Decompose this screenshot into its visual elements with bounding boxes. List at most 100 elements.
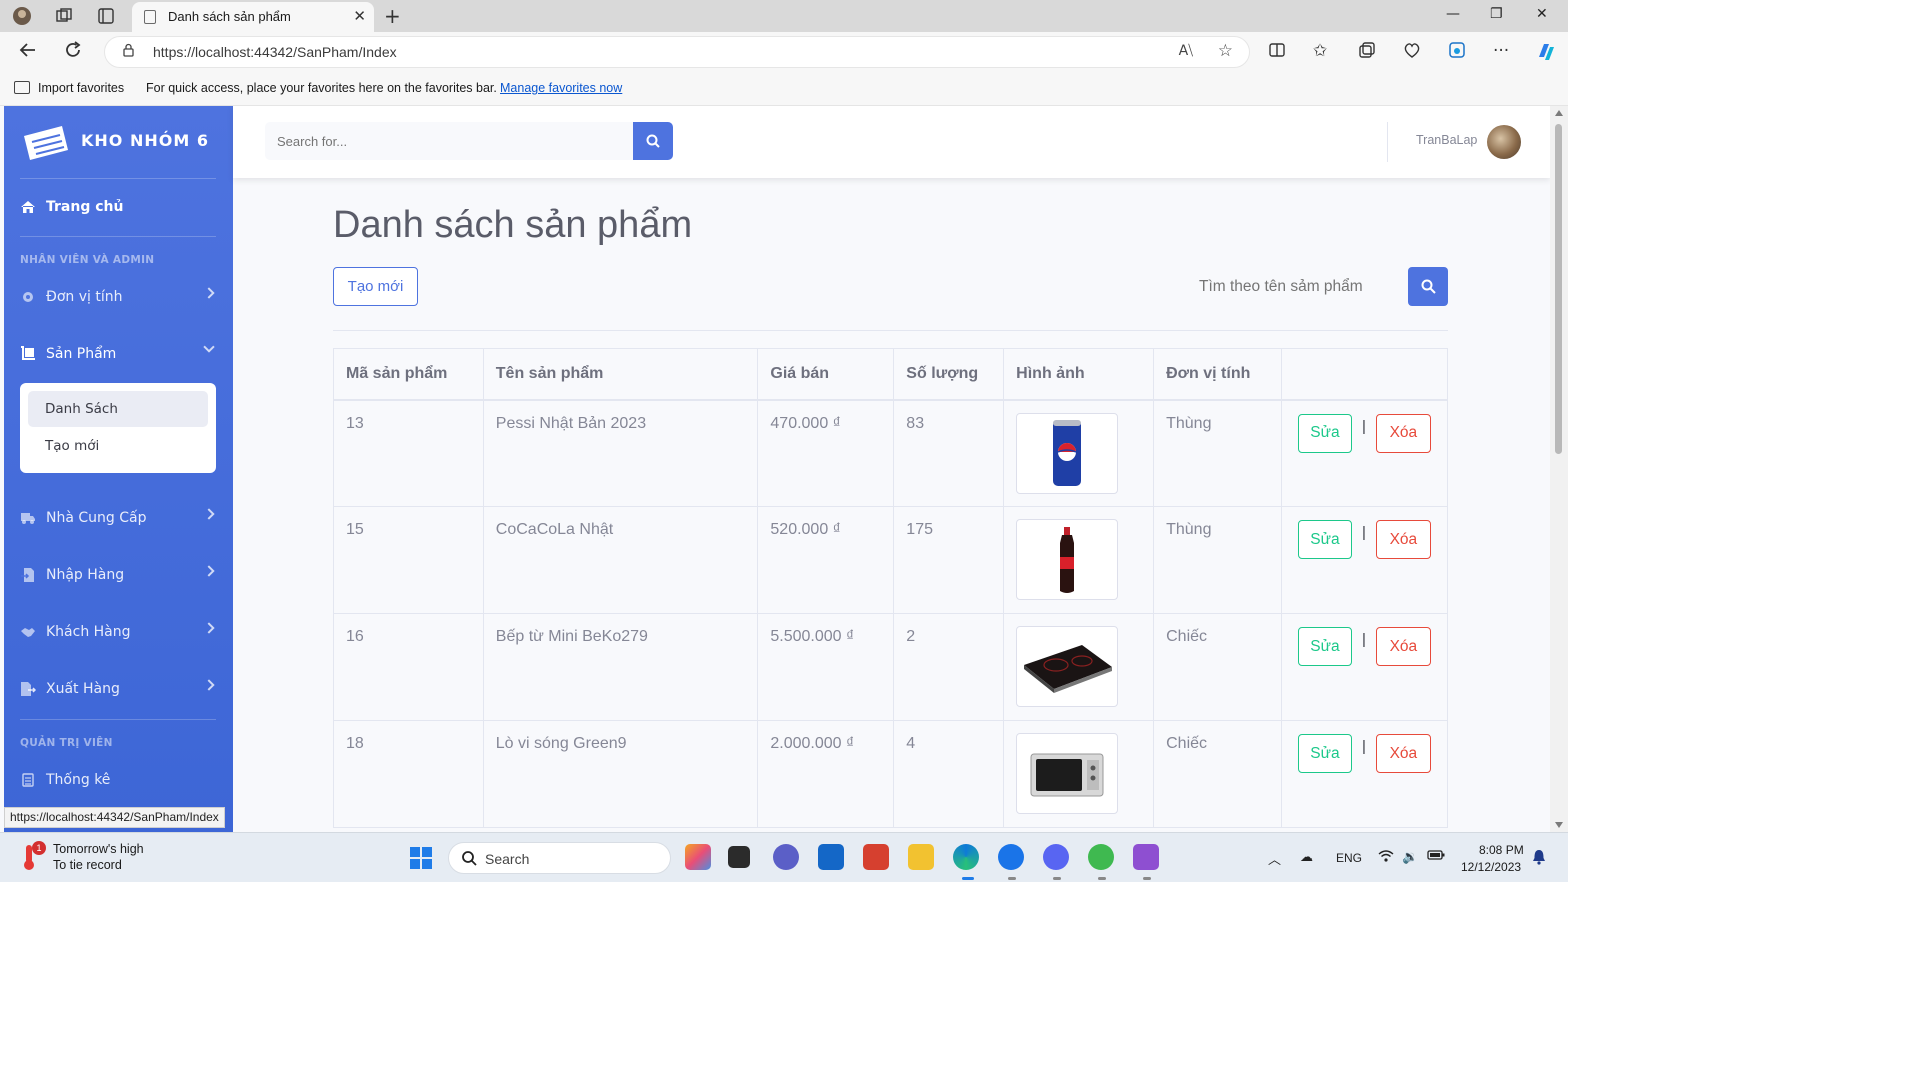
- minimize-icon[interactable]: —: [1446, 6, 1460, 22]
- sidebar-item-nhap-hang[interactable]: Nhập Hàng: [4, 555, 233, 595]
- git-app-icon[interactable]: [1088, 844, 1114, 870]
- delete-button[interactable]: Xóa: [1375, 734, 1431, 773]
- language-indicator[interactable]: ENG: [1336, 851, 1362, 865]
- product-search-input[interactable]: [1183, 267, 1408, 306]
- back-icon[interactable]: [18, 40, 38, 65]
- close-window-icon[interactable]: ✕: [1536, 6, 1548, 22]
- sidebar-item-xuat-hang[interactable]: Xuất Hàng: [4, 669, 233, 709]
- sidebar-item-san-pham[interactable]: Sản Phẩm: [4, 334, 233, 374]
- edit-button[interactable]: Sửa: [1297, 413, 1352, 453]
- cell-image: [1003, 506, 1155, 614]
- sidebar-item-home[interactable]: Trang chủ: [4, 187, 233, 227]
- taskbar: 1 Tomorrow's high To tie record Search ︿…: [0, 832, 1568, 882]
- clock-time[interactable]: 8:08 PM: [1479, 843, 1524, 857]
- column-header-image: Hình ảnh: [1003, 348, 1155, 401]
- topbar-search-button[interactable]: [633, 122, 673, 160]
- chevron-right-icon: [203, 287, 215, 299]
- start-button[interactable]: [410, 847, 432, 869]
- volume-icon[interactable]: 🔉: [1402, 849, 1418, 865]
- clock-date[interactable]: 12/12/2023: [1461, 860, 1521, 874]
- delete-button[interactable]: Xóa: [1375, 520, 1431, 559]
- cell-image: [1003, 399, 1155, 507]
- browser-tab-bar: Danh sách sản phẩm ✕ + — ❐ ✕: [0, 0, 1568, 32]
- visual-studio-app-icon[interactable]: [1133, 844, 1159, 870]
- workspaces-icon[interactable]: [54, 6, 74, 26]
- terminal-app-icon[interactable]: [728, 846, 750, 868]
- edge-bar-icon[interactable]: [1448, 41, 1466, 64]
- tab-actions-icon[interactable]: [96, 6, 116, 26]
- edge-app-icon[interactable]: [953, 844, 979, 870]
- edit-button[interactable]: Sửa: [1297, 734, 1352, 773]
- sidebar-item-thong-ke[interactable]: Thống kê: [4, 760, 233, 800]
- more-icon[interactable]: ···: [1493, 41, 1509, 61]
- scroll-down-icon[interactable]: [1555, 822, 1563, 828]
- weather-line-1[interactable]: Tomorrow's high: [53, 842, 144, 856]
- teams-app-icon[interactable]: [773, 844, 799, 870]
- submenu-item-create[interactable]: Tạo mới: [28, 428, 208, 464]
- edit-button[interactable]: Sửa: [1297, 520, 1352, 559]
- profile-avatar-icon[interactable]: [12, 6, 32, 26]
- office-app-icon[interactable]: [863, 844, 889, 870]
- import-icon[interactable]: [14, 81, 30, 94]
- collections-icon[interactable]: [1358, 41, 1376, 64]
- discord-app-icon[interactable]: [1043, 844, 1069, 870]
- avatar[interactable]: [1487, 125, 1521, 159]
- table-row: 13 Pessi Nhật Bản 2023 470.000 ₫ 83 Thùn…: [333, 399, 1449, 507]
- sidebar-divider: [20, 236, 216, 237]
- copilot-icon[interactable]: [1535, 41, 1557, 68]
- lock-icon[interactable]: [123, 43, 134, 57]
- split-screen-icon[interactable]: [1268, 41, 1286, 64]
- delete-button[interactable]: Xóa: [1375, 413, 1431, 453]
- column-header-unit: Đơn vị tính: [1153, 348, 1282, 401]
- close-tab-icon[interactable]: ✕: [353, 7, 366, 25]
- web-page: KHO NHÓM 6 Trang chủ NHÂN VIÊN VÀ ADMIN …: [0, 106, 1550, 832]
- onedrive-icon[interactable]: ☁: [1300, 849, 1313, 865]
- cell-unit: Thùng: [1153, 506, 1282, 614]
- action-separator: |: [1361, 631, 1366, 648]
- product-image-induction-cooker: [1016, 626, 1119, 707]
- cell-id: 18: [333, 720, 484, 828]
- delete-button[interactable]: Xóa: [1375, 627, 1431, 666]
- new-tab-icon[interactable]: +: [384, 4, 401, 28]
- favorites-icon[interactable]: ✩: [1313, 41, 1327, 61]
- sidebar-item-don-vi-tinh[interactable]: Đơn vị tính: [4, 277, 233, 317]
- edit-button[interactable]: Sửa: [1297, 627, 1352, 666]
- mail-app-icon[interactable]: [818, 844, 844, 870]
- submenu-item-list[interactable]: Danh Sách: [28, 391, 208, 427]
- sidebar-item-khach-hang[interactable]: Khách Hàng: [4, 612, 233, 652]
- topbar-search-input[interactable]: [265, 122, 633, 160]
- column-header-name: Tên sản phẩm: [482, 348, 759, 401]
- favorite-star-icon[interactable]: ☆: [1218, 41, 1233, 61]
- scrollbar-thumb[interactable]: [1555, 124, 1562, 454]
- chevron-right-icon: [203, 508, 215, 520]
- sidebar-item-nha-cung-cap[interactable]: Nhà Cung Cấp: [4, 498, 233, 538]
- notification-bell-icon[interactable]: [1532, 849, 1546, 868]
- warehouse-logo-icon: [24, 126, 68, 160]
- scroll-up-icon[interactable]: [1555, 110, 1563, 116]
- read-aloud-icon[interactable]: A⧹: [1179, 43, 1193, 59]
- tray-chevron-up-icon[interactable]: ︿: [1268, 849, 1281, 868]
- taskbar-search[interactable]: Search: [448, 842, 671, 874]
- zalo-app-icon[interactable]: [998, 844, 1024, 870]
- page-scrollbar[interactable]: [1550, 106, 1568, 832]
- wifi-icon[interactable]: [1378, 849, 1394, 866]
- url-field[interactable]: https://localhost:44342/SanPham/Index A⧹…: [104, 36, 1250, 68]
- sidebar: KHO NHÓM 6 Trang chủ NHÂN VIÊN VÀ ADMIN …: [4, 106, 233, 832]
- battery-icon[interactable]: [1427, 849, 1445, 864]
- user-name[interactable]: TranBaLap: [1416, 133, 1477, 147]
- weather-line-2[interactable]: To tie record: [53, 858, 122, 872]
- create-new-button[interactable]: Tạo mới: [333, 267, 418, 306]
- refresh-icon[interactable]: [63, 40, 83, 65]
- import-favorites-link[interactable]: Import favorites: [38, 81, 124, 95]
- file-explorer-icon[interactable]: [908, 844, 934, 870]
- restore-icon[interactable]: ❐: [1490, 6, 1503, 22]
- sidebar-heading-admin: QUẢN TRỊ VIÊN: [20, 737, 113, 749]
- browser-essentials-icon[interactable]: [1403, 41, 1421, 64]
- sidebar-brand[interactable]: KHO NHÓM 6: [4, 106, 233, 176]
- manage-favorites-link[interactable]: Manage favorites now: [500, 81, 622, 95]
- product-search-button[interactable]: [1408, 267, 1448, 306]
- file-export-icon: [20, 681, 36, 697]
- tab-active[interactable]: Danh sách sản phẩm ✕: [132, 2, 374, 32]
- copilot-preview-app-icon[interactable]: [685, 844, 711, 870]
- sidebar-item-label: Nhà Cung Cấp: [46, 510, 147, 526]
